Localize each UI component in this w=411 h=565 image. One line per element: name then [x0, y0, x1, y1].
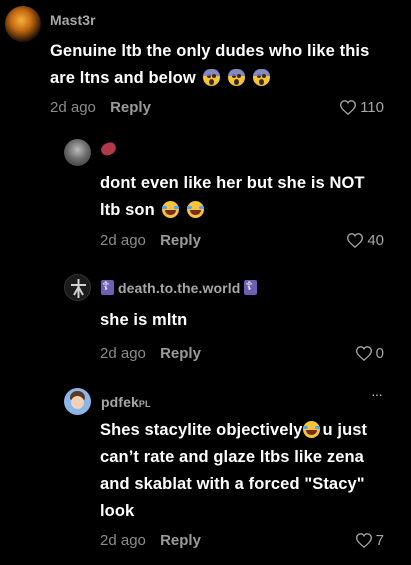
screaming-face-emoji	[203, 69, 221, 86]
heart-icon	[347, 233, 364, 248]
like-button[interactable]: 110	[340, 99, 384, 116]
comment-meta: 2d ago Reply	[100, 532, 201, 549]
heart-icon	[355, 346, 372, 361]
cross-badge-icon	[244, 279, 258, 295]
like-count: 110	[360, 99, 384, 116]
username-suffix: PL	[138, 399, 151, 409]
username-text: death.to.the.world	[118, 280, 241, 296]
timestamp: 2d ago	[50, 99, 96, 116]
avatar[interactable]	[64, 274, 91, 301]
laughing-face-emoji	[187, 201, 205, 218]
username[interactable]: pdfekPL	[101, 394, 151, 410]
more-options-button[interactable]: ···	[371, 386, 383, 402]
comment-meta: 2d ago Reply	[100, 345, 201, 362]
like-button[interactable]: 0	[355, 345, 384, 362]
like-button[interactable]: 7	[355, 532, 384, 549]
comment-4: pdfekPL ··· Shes stacylite objectively u …	[0, 370, 411, 565]
steak-emoji[interactable]	[99, 140, 118, 158]
heart-icon	[355, 533, 372, 548]
timestamp: 2d ago	[100, 532, 146, 549]
reply-button[interactable]: Reply	[110, 99, 151, 116]
reply-button[interactable]: Reply	[160, 345, 201, 362]
comment-text: Shes stacylite objectively u just can’t r…	[100, 417, 385, 525]
timestamp: 2d ago	[100, 232, 146, 249]
username[interactable]: Mast3r	[50, 12, 96, 28]
cross-badge-icon	[101, 279, 114, 295]
timestamp: 2d ago	[100, 345, 146, 362]
comment-text: dont even like her but she is NOT ltb so…	[100, 170, 380, 224]
avatar[interactable]	[5, 6, 41, 42]
figure-silhouette-icon	[71, 279, 86, 298]
comment-text-content: she is mltn	[100, 311, 188, 329]
comment-3: death.to.the.world she is mltn 2d ago Re…	[0, 260, 411, 370]
laughing-face-emoji	[302, 421, 320, 438]
comment-text-content: dont even like her but she is NOT ltb so…	[100, 174, 365, 219]
reply-button[interactable]: Reply	[160, 232, 201, 249]
comment-1: Mast3r Genuine ltb the only dudes who li…	[0, 0, 411, 130]
comment-text: Genuine ltb the only dudes who like this…	[50, 38, 390, 92]
comment-text-part-1: Shes stacylite objectively	[100, 421, 303, 439]
comment-text: she is mltn	[100, 307, 380, 334]
like-count: 7	[375, 532, 384, 549]
comment-meta: 2d ago Reply	[50, 99, 151, 116]
screaming-face-emoji	[228, 69, 246, 86]
comment-meta: 2d ago Reply	[100, 232, 201, 249]
like-count: 0	[375, 345, 384, 362]
heart-icon	[340, 100, 357, 115]
reply-button[interactable]: Reply	[160, 532, 201, 549]
like-button[interactable]: 40	[347, 232, 384, 249]
avatar[interactable]	[64, 139, 91, 166]
comment-2: dont even like her but she is NOT ltb so…	[0, 130, 411, 260]
like-count: 40	[367, 232, 384, 249]
laughing-face-emoji	[162, 201, 180, 218]
avatar[interactable]	[64, 388, 91, 415]
username[interactable]: death.to.the.world	[101, 279, 258, 296]
screaming-face-emoji	[252, 69, 270, 86]
username-text: pdfek	[101, 394, 139, 410]
